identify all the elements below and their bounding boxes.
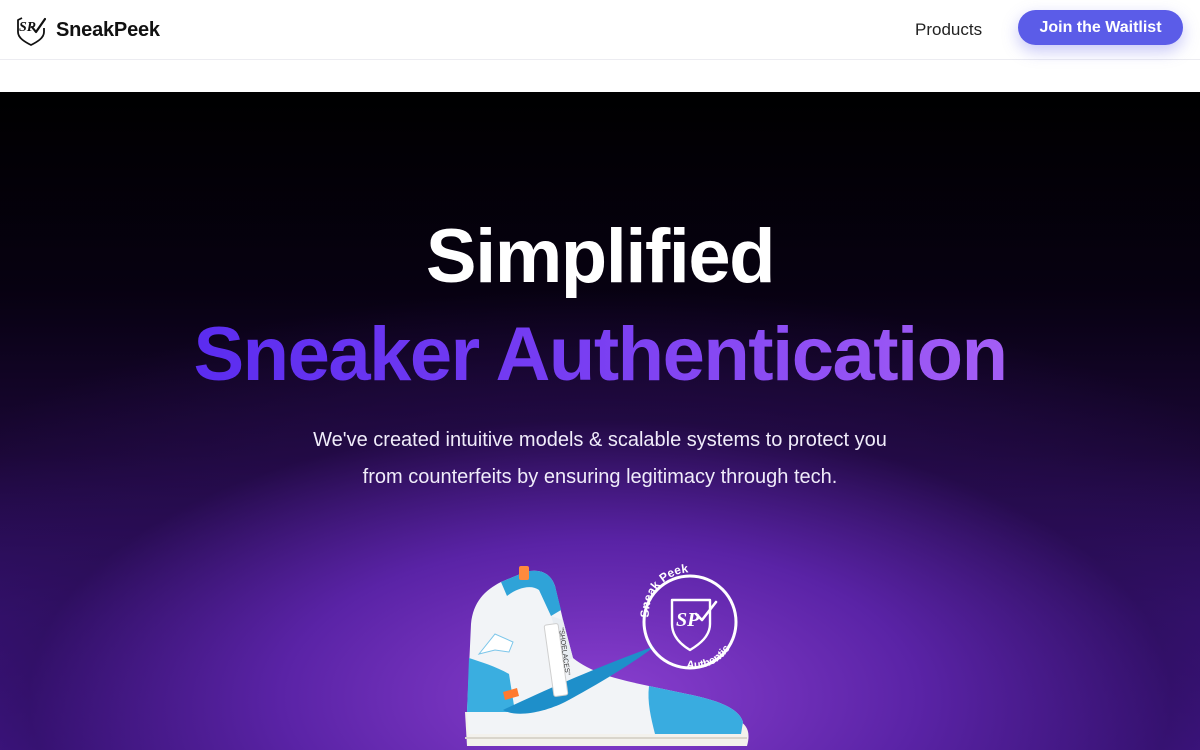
hero-section: Simplified Sneaker Authentication We've … [0,92,1200,750]
hero-title-line2: Sneaker Authentication [0,312,1200,398]
brand-name: SneakPeek [56,18,160,41]
authentic-seal-icon: Sneak Peek Authentic SP [638,562,738,672]
brand-link[interactable]: SP SneakPeek [16,14,160,46]
hero-subtitle-line2: from counterfeits by ensuring legitimacy… [362,466,838,488]
join-waitlist-button[interactable]: Join the Waitlist [1018,10,1183,45]
hero-title-line1: Simplified [425,214,776,299]
hero-subtitle: We've created intuitive models & scalabl… [250,422,950,496]
badge-monogram: SP [676,609,700,631]
brand-logo-icon: SP [17,17,46,46]
hero-subtitle-line1: We've created intuitive models & scalabl… [313,429,887,451]
hero-title-highlight: Sneaker Authentication [193,312,1008,397]
nav-link-products[interactable]: Products [915,20,982,40]
navbar: SP SneakPeek Products Join the Waitlist [0,0,1200,60]
